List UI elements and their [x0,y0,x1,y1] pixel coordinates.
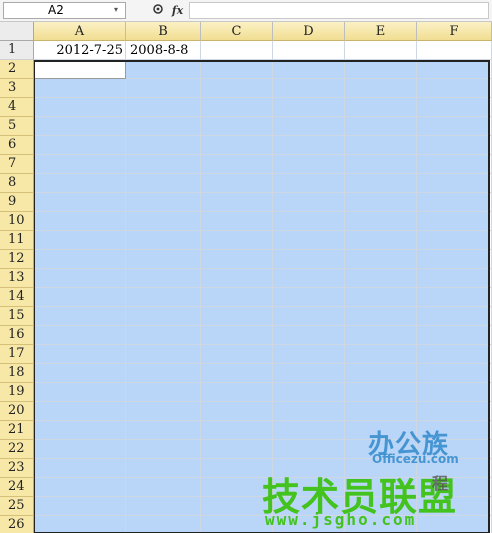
row-gridline [34,192,492,193]
row-header-26[interactable]: 26 [0,516,34,533]
row-header-9[interactable]: 9 [0,193,34,212]
row-gridline [34,249,492,250]
formula-bar: A2 ▾ fx [0,0,492,22]
row-header-4[interactable]: 4 [0,98,34,117]
cell-a1[interactable]: 2012-7-25 [34,41,126,60]
magnifier-icon [153,4,163,14]
row-header-5[interactable]: 5 [0,117,34,136]
row-gridline [34,173,492,174]
row-header-22[interactable]: 22 [0,440,34,459]
column-gridline [272,41,273,533]
row-header-24[interactable]: 24 [0,478,34,497]
row-header-2[interactable]: 2 [0,60,34,79]
formula-input[interactable] [189,2,489,19]
name-box-value: A2 [48,3,64,17]
row-header-25[interactable]: 25 [0,497,34,516]
column-gridline [344,41,345,533]
row-gridline [34,230,492,231]
select-all-corner[interactable] [0,22,34,41]
column-header-f[interactable]: F [417,22,492,41]
row-header-3[interactable]: 3 [0,79,34,98]
row-header-17[interactable]: 17 [0,345,34,364]
watermark-url: www.jsgho.com [265,510,417,529]
row-gridline [34,363,492,364]
column-gridline [125,41,126,533]
row-gridline [34,325,492,326]
row-gridline [34,382,492,383]
row-header-1[interactable]: 1 [0,41,34,60]
cell-b1[interactable]: 2008-8-8 [126,41,201,60]
row-header-14[interactable]: 14 [0,288,34,307]
row-gridline [34,97,492,98]
row-gridline [34,420,492,421]
row-header-21[interactable]: 21 [0,421,34,440]
column-header-d[interactable]: D [273,22,345,41]
column-header-a[interactable]: A [34,22,126,41]
column-gridline [200,41,201,533]
name-box[interactable]: A2 [3,2,126,19]
active-cell-a2[interactable] [34,60,126,79]
column-header-e[interactable]: E [345,22,417,41]
row-header-16[interactable]: 16 [0,326,34,345]
row-header-20[interactable]: 20 [0,402,34,421]
row-gridline [34,211,492,212]
row-gridline [34,306,492,307]
row-header-15[interactable]: 15 [0,307,34,326]
column-header-b[interactable]: B [126,22,201,41]
row-gridline [34,135,492,136]
row-gridline [34,401,492,402]
row-header-23[interactable]: 23 [0,459,34,478]
row-gridline [34,287,492,288]
row-gridline [34,116,492,117]
column-header-c[interactable]: C [201,22,273,41]
row-gridline [34,268,492,269]
row-header-10[interactable]: 10 [0,212,34,231]
watermark-logo-url: Officezu.com [372,452,459,466]
row-header-12[interactable]: 12 [0,250,34,269]
name-box-dropdown-icon[interactable]: ▾ [114,4,118,16]
row-header-8[interactable]: 8 [0,174,34,193]
zoom-icon[interactable] [151,3,166,18]
row-header-6[interactable]: 6 [0,136,34,155]
fx-icon[interactable]: fx [169,3,186,18]
watermark-fragment: 程 [432,474,449,493]
row-gridline [34,344,492,345]
row-header-18[interactable]: 18 [0,364,34,383]
row-header-13[interactable]: 13 [0,269,34,288]
row-header-19[interactable]: 19 [0,383,34,402]
row-header-11[interactable]: 11 [0,231,34,250]
row-gridline [34,154,492,155]
row-header-7[interactable]: 7 [0,155,34,174]
